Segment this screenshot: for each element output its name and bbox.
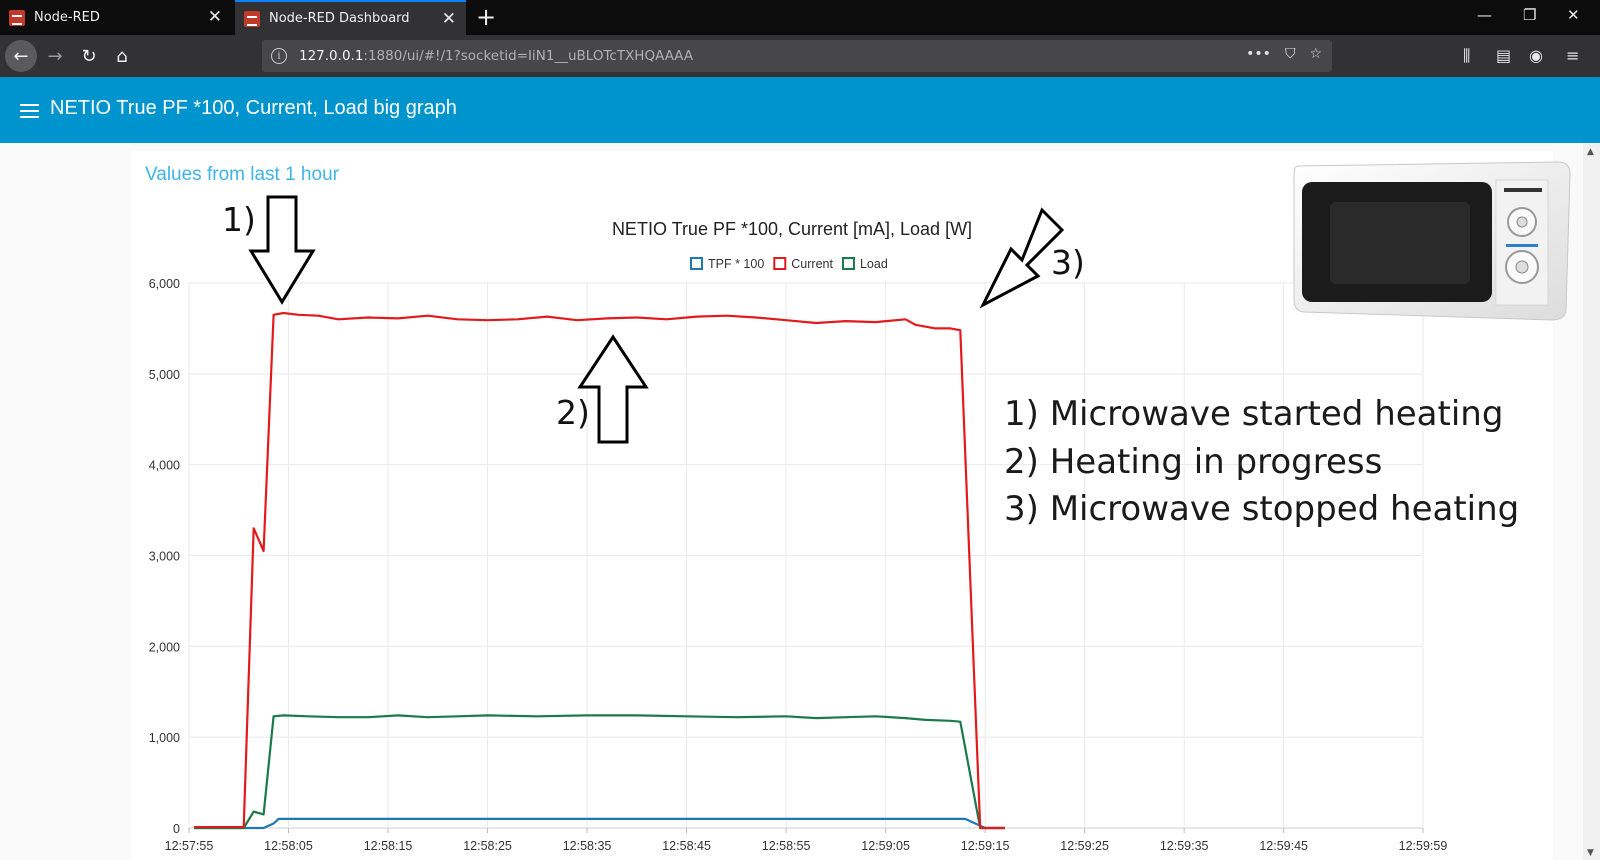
note-stopped-heating: 3) Microwave stopped heating (1004, 489, 1520, 529)
info-icon[interactable]: i (271, 48, 287, 64)
page-title: NETIO True PF *100, Current, Load big gr… (50, 97, 457, 119)
arrow-right-icon: → (47, 45, 63, 67)
forward-button[interactable]: → (40, 41, 70, 71)
note-started-heating: 1) Microwave started heating (1004, 394, 1504, 434)
marker-3: 3) (1051, 243, 1085, 282)
home-icon: ⌂ (116, 45, 128, 67)
reload-icon: ↻ (81, 45, 97, 67)
close-icon[interactable]: ✕ (208, 8, 222, 26)
navigation-bar: ← → ↻ ⌂ i 127.0.0.1 :1880/ui/#!/1?socket… (0, 35, 1600, 77)
url-bar[interactable]: i 127.0.0.1 :1880/ui/#!/1?socketid=IiN1_… (262, 40, 1332, 72)
close-icon[interactable]: ✕ (442, 10, 456, 28)
marker-1: 1) (222, 200, 256, 239)
account-icon[interactable]: ◉ (1529, 46, 1543, 65)
reload-button[interactable]: ↻ (74, 41, 104, 71)
scroll-down-icon[interactable]: ▼ (1587, 848, 1594, 858)
pocket-icon[interactable]: ⛉ (1285, 46, 1296, 62)
marker-2: 2) (556, 393, 590, 432)
tab-node-red-dashboard[interactable]: Node-RED Dashboard ✕ (235, 0, 466, 35)
url-path: :1880/ui/#!/1?socketid=IiN1__uBLOTcTXHQA… (363, 48, 694, 64)
tab-node-red[interactable]: Node-RED ✕ (0, 0, 232, 35)
minimize-icon[interactable]: — (1477, 6, 1492, 24)
tab-label: Node-RED (34, 10, 100, 25)
back-button[interactable]: ← (5, 40, 37, 72)
node-red-icon (244, 10, 260, 27)
scroll-up-icon[interactable]: ▲ (1587, 147, 1594, 157)
hamburger-menu-icon[interactable]: ≡ (1566, 46, 1579, 65)
more-actions-icon[interactable]: ••• (1246, 46, 1271, 62)
note-heating-progress: 2) Heating in progress (1004, 442, 1383, 482)
url-host: 127.0.0.1 (299, 48, 364, 64)
library-icon[interactable]: ⫼ (1463, 46, 1470, 66)
dashboard-toolbar: NETIO True PF *100, Current, Load big gr… (0, 77, 1600, 143)
tab-label: Node-RED Dashboard (269, 11, 410, 26)
home-button[interactable]: ⌂ (107, 41, 137, 71)
card-title: Values from last 1 hour (145, 164, 339, 185)
microwave-image (1293, 161, 1571, 321)
bookmark-star-icon[interactable]: ☆ (1309, 46, 1322, 62)
sidebar-icon[interactable]: ▤ (1496, 46, 1511, 65)
window-close-icon[interactable]: ✕ (1567, 6, 1580, 24)
vertical-scrollbar[interactable]: ▲ ▼ (1583, 143, 1600, 860)
node-red-icon (9, 9, 25, 26)
new-tab-button[interactable]: + (476, 3, 496, 31)
restore-icon[interactable]: ❐ (1523, 6, 1536, 24)
menu-icon[interactable] (20, 104, 39, 118)
tab-strip: Node-RED ✕ Node-RED Dashboard ✕ + — ❐ ✕ (0, 0, 1600, 35)
arrow-left-icon: ← (13, 45, 29, 67)
url-actions: ••• ⛉ ☆ (1246, 46, 1322, 62)
